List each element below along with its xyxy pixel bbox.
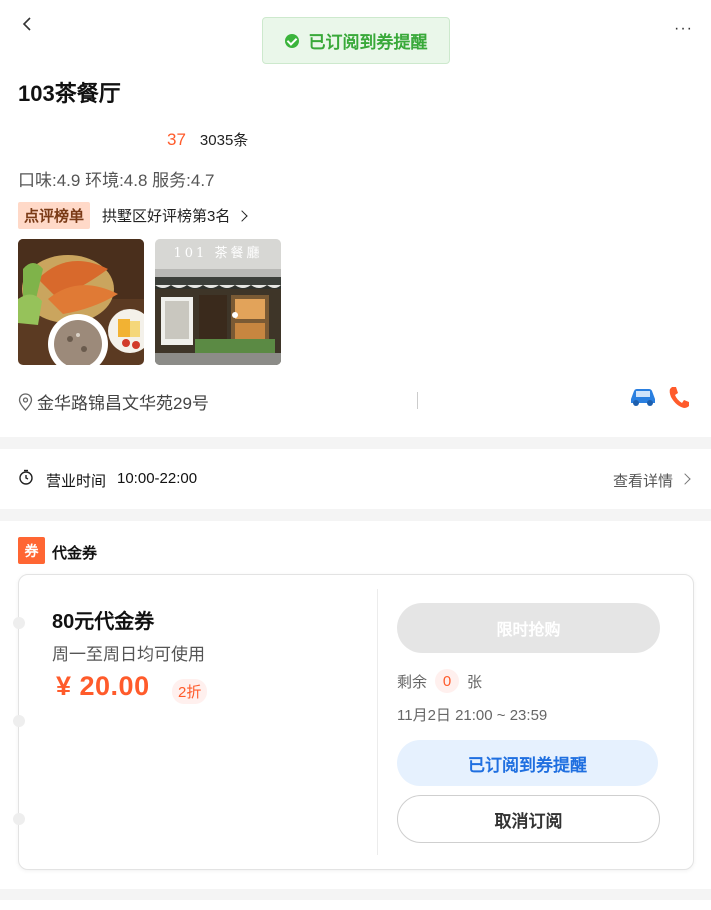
coupon-section: 券 代金券 80元代金券 周一至周日均可使用 ¥ 20.00 2折 限时抢购 剩…	[0, 521, 711, 889]
hours-label: 营业时间	[46, 473, 107, 490]
shop-name: 103茶餐厅	[18, 81, 121, 106]
chevron-right-icon	[679, 473, 691, 485]
coupon-card: 80元代金券 周一至周日均可使用 ¥ 20.00 2折 限时抢购 剩余 0 张 …	[13, 574, 694, 870]
shop-photo-food[interactable]	[18, 239, 144, 365]
card-notch	[13, 715, 25, 727]
phone-icon[interactable]	[668, 385, 690, 409]
limited-buy-button[interactable]: 限时抢购	[397, 603, 660, 653]
card-notch	[13, 617, 25, 629]
address-row[interactable]: 金华路锦昌文华苑29号	[18, 389, 209, 414]
sub-scores: 口味:4.9 环境:4.8 服务:4.7	[18, 171, 215, 190]
location-pin-icon	[18, 392, 33, 411]
remain-prefix: 剩余	[397, 673, 428, 691]
chevron-right-icon	[236, 209, 249, 222]
divider	[417, 392, 418, 409]
coupon-price: ¥ 20.00	[56, 671, 150, 701]
remain-count: 0	[435, 669, 460, 693]
sale-time: 11月2日 21:00 ~ 23:59	[397, 707, 548, 724]
review-count[interactable]: 3035条	[200, 129, 248, 150]
shop-photo-storefront[interactable]: 101 茶餐廳	[155, 239, 281, 365]
shop-score: 37	[167, 130, 186, 149]
more-menu-icon[interactable]: ···	[674, 20, 693, 38]
subscribe-toast: 已订阅到券提醒	[262, 17, 450, 64]
remain-suffix: 张	[467, 673, 483, 691]
cancel-subscription-button[interactable]: 取消订阅	[397, 795, 660, 843]
storefront-sign: 101 茶餐廳	[173, 246, 263, 261]
view-details-link[interactable]: 查看详情	[613, 470, 673, 491]
subscribed-button[interactable]: 已订阅到券提醒	[397, 740, 658, 786]
ranking-badge: 点评榜单	[18, 202, 91, 229]
ranking-link[interactable]: 点评榜单 拱墅区好评榜第3名	[18, 202, 249, 229]
remaining-stock: 剩余 0 张	[397, 669, 482, 693]
shop-address: 金华路锦昌文华苑29号	[37, 394, 209, 413]
chevron-left-icon[interactable]	[18, 14, 38, 34]
card-notch	[13, 813, 25, 825]
rating-row: 37 3035条	[167, 129, 248, 150]
check-circle-icon	[284, 33, 299, 48]
next-section-edge	[0, 900, 711, 910]
coupon-tag-icon: 券	[18, 537, 45, 564]
shop-header-section: ··· 已订阅到券提醒 103茶餐厅 37 3035条 口味:4.9 环境:4.…	[0, 0, 711, 437]
coupon-usage: 周一至周日均可使用	[52, 645, 205, 664]
coupon-section-title: 代金券	[52, 545, 98, 562]
toast-text: 已订阅到券提醒	[308, 33, 428, 52]
clock-icon	[19, 469, 33, 485]
coupon-name: 80元代金券	[52, 611, 155, 633]
hours-time: 10:00-22:00	[117, 470, 198, 487]
discount-badge: 2折	[172, 679, 208, 704]
business-hours-row[interactable]: 营业时间 10:00-22:00 查看详情	[0, 449, 711, 509]
card-divider	[377, 589, 378, 855]
ranking-text: 拱墅区好评榜第3名	[102, 208, 231, 225]
car-icon[interactable]	[628, 387, 658, 407]
